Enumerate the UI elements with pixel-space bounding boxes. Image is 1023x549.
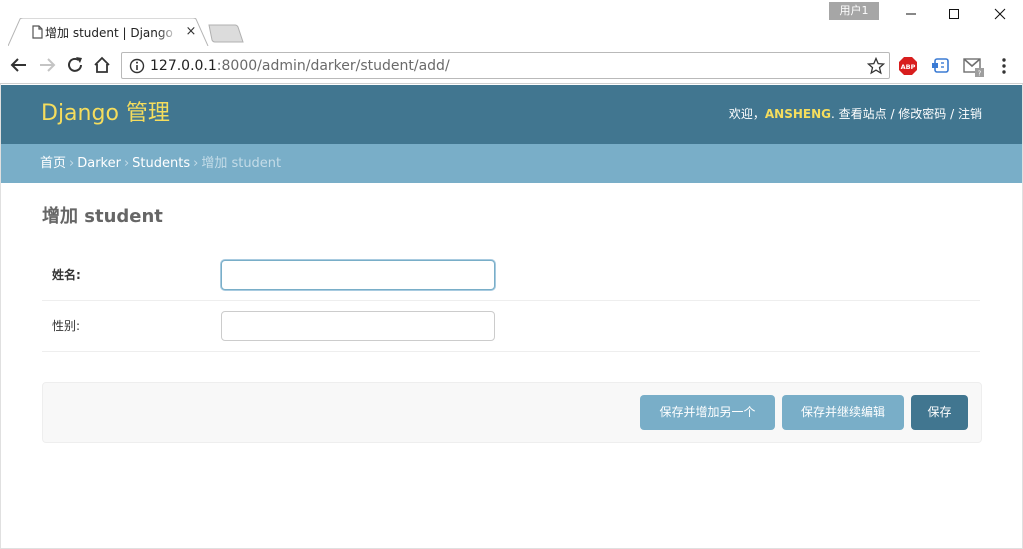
arrow-right-icon[interactable]: [37, 55, 57, 75]
info-icon[interactable]: [129, 58, 145, 74]
arrow-left-icon[interactable]: [9, 55, 29, 75]
change-password-link[interactable]: 修改密码: [898, 107, 946, 121]
breadcrumb-app[interactable]: Darker: [77, 156, 121, 171]
logout-link[interactable]: 注销: [958, 107, 982, 121]
page-title: 增加 student: [42, 206, 163, 227]
new-tab-button[interactable]: [206, 24, 246, 44]
svg-text:?: ?: [978, 70, 982, 78]
breadcrumb-home[interactable]: 首页: [40, 156, 66, 171]
breadcrumb-model[interactable]: Students: [132, 156, 190, 171]
user-tools-separator: /: [886, 107, 899, 121]
url-text[interactable]: 127.0.0.1:8000/admin/darker/student/add/: [150, 57, 450, 75]
close-window-icon[interactable]: [986, 4, 1014, 24]
star-icon[interactable]: [867, 57, 885, 75]
user-tools-separator: /: [946, 107, 958, 121]
form-row-name: 姓名:: [42, 250, 980, 301]
adblock-icon[interactable]: ABP: [898, 56, 918, 76]
tab-title-fade: [158, 24, 178, 42]
kebab-menu-icon[interactable]: [996, 56, 1012, 76]
gender-label: 性别:: [52, 319, 81, 333]
form-row-gender: 性别:: [42, 301, 980, 352]
address-bar[interactable]: 127.0.0.1:8000/admin/darker/student/add/: [121, 52, 890, 79]
view-site-link[interactable]: 查看站点: [839, 107, 887, 121]
gmail-icon[interactable]: ?: [962, 56, 986, 78]
maximize-icon[interactable]: [940, 4, 968, 24]
name-label: 姓名:: [52, 268, 81, 282]
welcome-text: 欢迎，: [728, 107, 765, 121]
breadcrumb-current: 增加 student: [201, 156, 282, 171]
breadcrumb-separator: ›: [123, 156, 130, 171]
save-and-continue-button[interactable]: 保存并继续编辑: [782, 395, 904, 430]
name-input[interactable]: [221, 260, 495, 290]
url-path: :8000/admin/darker/student/add/: [216, 58, 450, 74]
minimize-icon[interactable]: [897, 4, 925, 24]
user-tools: 欢迎，ANSHENG. 查看站点 / 修改密码 / 注销: [729, 106, 982, 122]
home-icon[interactable]: [92, 55, 112, 75]
breadcrumb-separator: ›: [193, 156, 199, 171]
save-and-add-another-button[interactable]: 保存并增加另一个: [640, 395, 775, 430]
reload-icon[interactable]: [65, 55, 85, 75]
submit-row: 保存并增加另一个 保存并继续编辑 保存: [42, 382, 982, 443]
browser-tab[interactable]: 增加 student | Django 站点管理 ×: [8, 18, 209, 46]
extension-icon[interactable]: [931, 56, 951, 76]
adblock-label: ABP: [901, 63, 916, 71]
admin-header: Django 管理 欢迎，ANSHENG. 查看站点 / 修改密码 / 注销: [1, 85, 1022, 144]
breadcrumb: 首页 › Darker › Students › 增加 student: [1, 144, 1022, 183]
username: ANSHENG: [764, 107, 831, 121]
close-tab-icon[interactable]: ×: [184, 24, 198, 40]
username-dot: .: [830, 107, 839, 121]
save-button[interactable]: 保存: [911, 395, 968, 430]
document-icon: [32, 25, 43, 39]
tab-title: 增加 student | Django 站点管理: [45, 26, 175, 40]
breadcrumb-separator: ›: [69, 156, 75, 171]
gender-input[interactable]: [221, 311, 495, 341]
browser-titlebar: 增加 student | Django 站点管理 × 用户1: [0, 0, 1023, 46]
profile-badge[interactable]: 用户1: [829, 2, 879, 20]
site-brand[interactable]: Django 管理: [41, 99, 170, 129]
url-host: 127.0.0.1: [150, 58, 217, 74]
